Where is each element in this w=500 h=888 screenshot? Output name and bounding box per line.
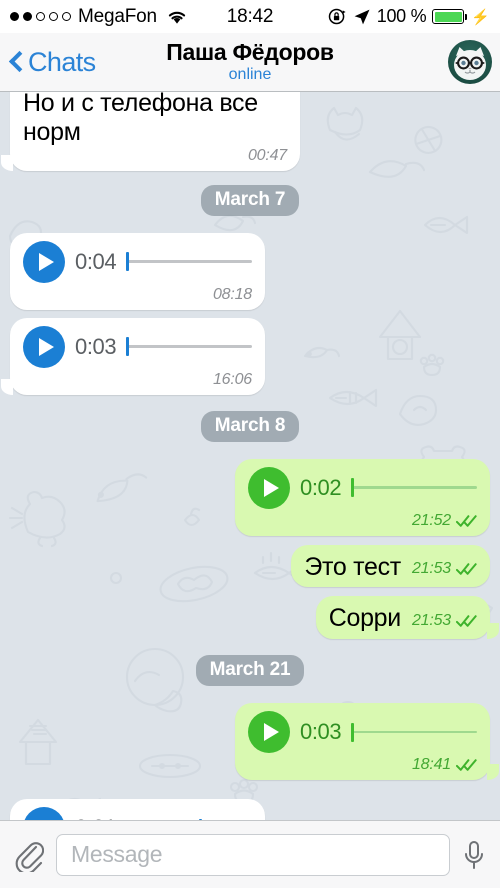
message-meta: 18:41 bbox=[248, 756, 477, 774]
back-to-chats-button[interactable]: Chats bbox=[10, 47, 96, 78]
message-row: 0:04 08:18 bbox=[0, 232, 500, 310]
voice-duration: 0:02 bbox=[300, 474, 342, 500]
message-bubble-incoming-voice[interactable]: 0:04 08:18 bbox=[10, 232, 265, 310]
voice-progress-knob[interactable] bbox=[351, 722, 355, 742]
voice-progress-track[interactable] bbox=[126, 337, 252, 357]
play-icon[interactable] bbox=[248, 711, 290, 753]
play-icon[interactable] bbox=[248, 466, 290, 509]
message-bubble-outgoing-voice[interactable]: 0:02 21:52 bbox=[235, 458, 490, 536]
lightning-bolt-icon: ⚡ bbox=[471, 8, 490, 26]
message-row: Сорри 21:53 bbox=[0, 596, 500, 639]
message-bubble-incoming-voice-playing[interactable]: 0:01 18:42 bbox=[10, 799, 265, 820]
date-badge: March 8 bbox=[200, 410, 300, 442]
message-meta: 21:53 bbox=[412, 612, 477, 633]
double-check-icon bbox=[456, 759, 477, 771]
voice-player: 0:03 bbox=[248, 711, 477, 753]
message-meta: 16:06 bbox=[23, 371, 252, 389]
voice-progress-track[interactable] bbox=[126, 252, 252, 272]
message-meta: 21:52 bbox=[248, 512, 477, 530]
message-row: 0:02 21:52 bbox=[0, 458, 500, 536]
voice-player: 0:03 bbox=[23, 325, 252, 368]
message-bubble-incoming-text[interactable]: Но и с телефона все норм 00:47 bbox=[1, 92, 300, 171]
chat-header: Chats Паша Фёдоров online bbox=[0, 33, 500, 92]
message-meta: 21:53 bbox=[412, 560, 477, 581]
message-text: Это тест bbox=[304, 552, 401, 581]
rotation-lock-icon bbox=[328, 8, 346, 25]
message-time: 00:47 bbox=[247, 146, 287, 164]
message-meta: 08:18 bbox=[23, 286, 252, 304]
pause-icon[interactable] bbox=[23, 807, 65, 820]
voice-progress-knob[interactable] bbox=[351, 478, 355, 497]
battery-full-icon bbox=[432, 9, 468, 24]
message-list[interactable]: Но и с телефона все норм 00:47 March 7 0… bbox=[0, 92, 500, 820]
message-row: 0:03 18:41 bbox=[0, 703, 500, 780]
message-bubble-incoming-voice[interactable]: 0:03 16:06 bbox=[1, 317, 265, 395]
message-time: 21:53 bbox=[411, 560, 451, 578]
message-time: 18:41 bbox=[411, 756, 451, 773]
voice-duration: 0:03 bbox=[75, 333, 117, 359]
message-input-bar: Message bbox=[0, 820, 500, 888]
message-text: Но и с телефона все норм bbox=[23, 92, 258, 146]
status-bar: MegaFon 18:42 100 % ⚡ bbox=[0, 0, 500, 33]
location-arrow-icon bbox=[354, 9, 370, 24]
voice-player: 0:04 bbox=[23, 240, 252, 283]
message-input-placeholder: Message bbox=[71, 841, 163, 867]
date-badge: March 21 bbox=[195, 655, 305, 686]
play-icon[interactable] bbox=[23, 325, 65, 368]
message-text: Сорри bbox=[328, 604, 402, 633]
voice-progress-track[interactable] bbox=[351, 478, 477, 498]
voice-player: 0:01 bbox=[23, 807, 252, 820]
double-check-icon bbox=[456, 563, 477, 576]
date-badge: March 7 bbox=[200, 184, 300, 216]
status-bar-right: 100 % ⚡ bbox=[328, 6, 490, 27]
message-row: 0:01 18:42 bbox=[0, 799, 500, 820]
voice-progress-track[interactable] bbox=[351, 722, 477, 742]
voice-duration: 0:03 bbox=[300, 719, 342, 744]
voice-progress-knob[interactable] bbox=[126, 252, 130, 271]
message-time: 08:18 bbox=[212, 285, 252, 303]
message-bubble-outgoing-text[interactable]: Сорри 21:53 bbox=[315, 596, 500, 639]
voice-duration: 0:04 bbox=[75, 248, 117, 274]
voice-progress-knob[interactable] bbox=[126, 337, 130, 356]
back-button-label: Chats bbox=[28, 46, 96, 77]
message-time: 21:52 bbox=[411, 511, 451, 529]
microphone-icon[interactable] bbox=[462, 838, 486, 872]
message-meta: 00:47 bbox=[23, 147, 287, 165]
date-separator-row: March 7 bbox=[0, 184, 500, 216]
message-time: 16:06 bbox=[212, 370, 252, 388]
message-bubble-outgoing-voice[interactable]: 0:03 18:41 bbox=[235, 703, 499, 780]
date-separator-row: March 8 bbox=[0, 410, 500, 442]
cat-with-glasses-avatar[interactable] bbox=[448, 40, 492, 84]
battery-percent-label: 100 % bbox=[376, 6, 427, 26]
message-time: 21:53 bbox=[411, 612, 451, 629]
message-input-field[interactable]: Message bbox=[56, 833, 450, 876]
play-icon[interactable] bbox=[23, 240, 65, 283]
message-row: Но и с телефона все норм 00:47 bbox=[0, 92, 500, 171]
date-separator-row: March 21 bbox=[0, 655, 500, 686]
double-check-icon bbox=[456, 615, 477, 627]
double-check-icon bbox=[456, 514, 477, 527]
paperclip-icon[interactable] bbox=[14, 838, 44, 872]
message-row: Это тест 21:53 bbox=[0, 544, 500, 588]
message-bubble-outgoing-text[interactable]: Это тест 21:53 bbox=[291, 544, 490, 588]
message-row: 0:03 16:06 bbox=[0, 317, 500, 395]
chevron-left-icon bbox=[10, 51, 23, 73]
voice-player: 0:02 bbox=[248, 466, 477, 509]
